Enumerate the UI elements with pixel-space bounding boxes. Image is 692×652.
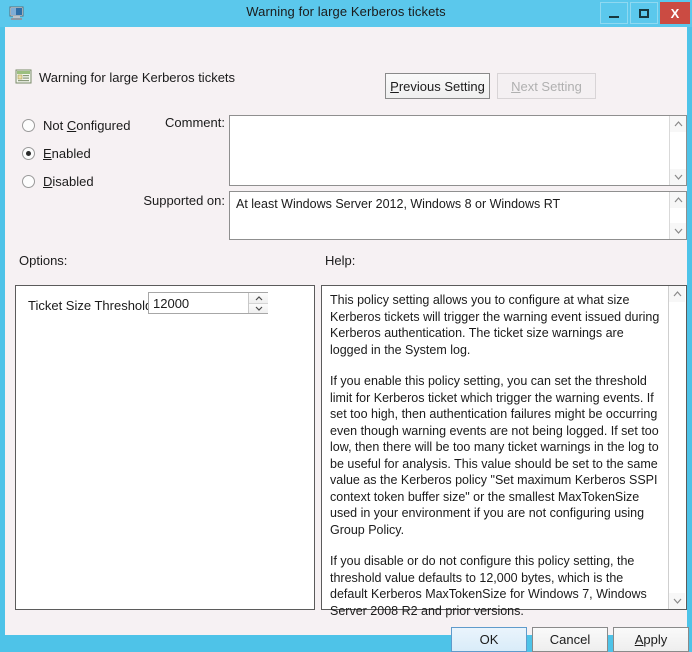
options-section-label: Options: xyxy=(19,253,68,268)
title-bar: Warning for large Kerberos tickets X xyxy=(0,0,692,27)
policy-setting-icon xyxy=(15,69,32,85)
radio-enabled-mark xyxy=(22,147,35,160)
minimize-icon xyxy=(609,15,619,18)
help-scroll-up-icon[interactable] xyxy=(669,286,685,302)
supported-on-scrollbar[interactable] xyxy=(669,192,686,239)
comment-scroll-down-icon[interactable] xyxy=(670,169,686,185)
radio-not-configured-mark xyxy=(22,119,35,132)
radio-disabled-label: Disabled xyxy=(43,174,94,189)
next-setting-button[interactable]: Next Setting xyxy=(497,73,596,99)
help-panel: This policy setting allows you to config… xyxy=(321,285,687,618)
close-icon: X xyxy=(670,5,680,21)
comment-label: Comment: xyxy=(165,115,225,130)
previous-setting-button[interactable]: Previous Setting xyxy=(385,73,490,99)
ticket-size-threshold-stepper[interactable] xyxy=(148,292,268,314)
window-title: Warning for large Kerberos tickets xyxy=(246,4,446,19)
comment-scrollbar[interactable] xyxy=(669,116,686,185)
stepper-buttons[interactable] xyxy=(248,293,268,313)
close-button[interactable]: X xyxy=(660,2,690,24)
supported-scroll-up-icon[interactable] xyxy=(670,192,686,208)
maximize-button[interactable] xyxy=(630,2,658,24)
help-paragraph: If you disable or do not configure this … xyxy=(330,554,647,618)
ok-button-label: OK xyxy=(479,632,499,647)
help-scroll-down-icon[interactable] xyxy=(669,593,685,609)
supported-on-label: Supported on: xyxy=(143,193,225,208)
next-setting-label: Next Setting xyxy=(511,78,582,94)
radio-disabled[interactable]: Disabled xyxy=(22,174,94,189)
radio-disabled-mark xyxy=(22,175,35,188)
ticket-size-threshold-label: Ticket Size Threshold xyxy=(28,298,153,313)
radio-enabled-label: Enabled xyxy=(43,146,91,161)
maximize-icon xyxy=(639,8,649,18)
apply-button[interactable]: Apply xyxy=(613,627,689,652)
options-panel: Ticket Size Threshold xyxy=(15,285,315,610)
apply-button-label: Apply xyxy=(634,632,668,647)
supported-scroll-down-icon[interactable] xyxy=(670,223,686,239)
cancel-button-label: Cancel xyxy=(549,632,591,647)
page-title: Warning for large Kerberos tickets xyxy=(39,70,236,85)
dialog-window: Warning for large Kerberos tickets X War… xyxy=(0,0,692,652)
comment-scroll-up-icon[interactable] xyxy=(670,116,686,132)
help-text: This policy setting allows you to config… xyxy=(330,292,660,619)
help-paragraph: This policy setting allows you to config… xyxy=(330,293,660,357)
stepper-up-icon[interactable] xyxy=(249,293,268,303)
cancel-button[interactable]: Cancel xyxy=(532,627,608,652)
supported-on-value: At least Windows Server 2012, Windows 8 … xyxy=(236,197,561,211)
previous-setting-label: Previous Setting xyxy=(390,78,485,94)
minimize-button[interactable] xyxy=(600,2,628,24)
ticket-size-threshold-input[interactable] xyxy=(149,293,248,313)
dialog-client-area: Warning for large Kerberos tickets Previ… xyxy=(5,27,689,652)
supported-on-field[interactable]: At least Windows Server 2012, Windows 8 … xyxy=(229,191,687,240)
help-scrollbar[interactable] xyxy=(668,286,686,609)
ok-button[interactable]: OK xyxy=(451,627,527,652)
radio-enabled[interactable]: Enabled xyxy=(22,146,91,161)
help-paragraph: If you enable this policy setting, you c… xyxy=(330,374,659,537)
help-section-label: Help: xyxy=(325,253,356,268)
stepper-down-icon[interactable] xyxy=(249,303,268,313)
comment-input[interactable] xyxy=(229,115,687,186)
